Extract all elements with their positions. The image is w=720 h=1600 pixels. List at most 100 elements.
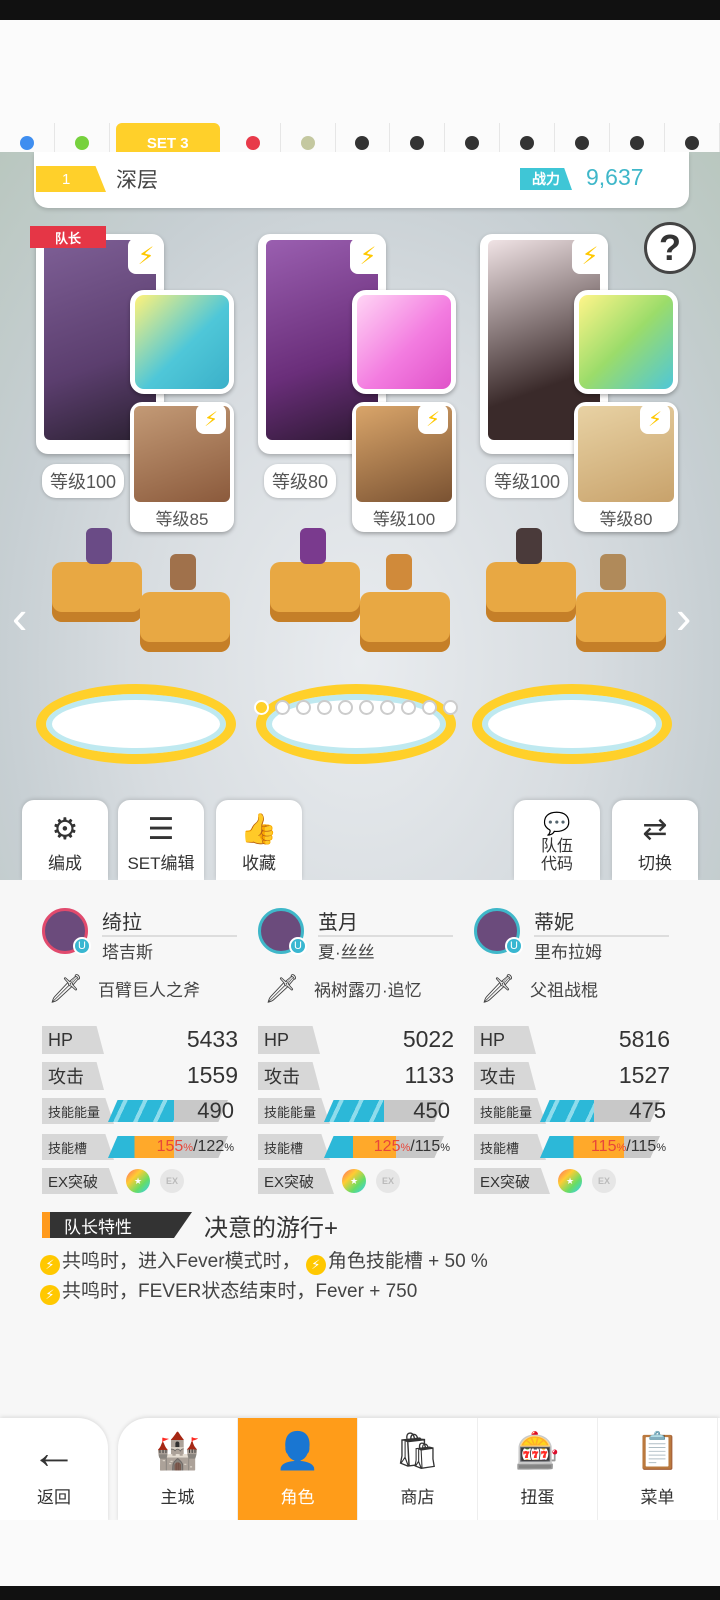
page-dot[interactable] <box>275 700 290 715</box>
skill-slot-value: 125%/115% <box>373 1138 450 1155</box>
switch-button[interactable]: ⇄ 切换 <box>612 800 698 880</box>
character-sprite <box>386 554 412 590</box>
weapon-slot-1[interactable] <box>130 290 234 394</box>
power-label: 战力 <box>520 168 572 190</box>
divider <box>534 935 669 937</box>
u-badge-icon: U <box>505 937 523 955</box>
set-edit-label: SET编辑 <box>127 854 195 873</box>
skill-energy-value: 450 <box>413 1098 450 1123</box>
platform-2 <box>256 684 456 764</box>
menu-icon: 📋 <box>635 1430 680 1471</box>
skill-energy-label: 技能能量 <box>258 1098 330 1124</box>
u-badge-icon: U <box>73 937 91 955</box>
weapon-row[interactable]: 🗡 百臂巨人之斧 <box>48 972 200 1004</box>
bottom-navigation: ← 返回 🏰 主城 👤 角色 🛍 商店 🎰 扭蛋 📋 菜单 <box>0 1388 720 1522</box>
bolt-icon: ⚡ <box>196 404 226 434</box>
help-icon[interactable]: ? <box>644 222 696 274</box>
skill-slot-label: 技能槽 <box>258 1134 330 1160</box>
character-sprite <box>600 554 626 590</box>
hp-value: 5816 <box>618 1026 670 1052</box>
bolt-icon: ⚡ <box>640 404 670 434</box>
ex-badge-icon[interactable]: EX <box>376 1169 400 1193</box>
set-dot <box>410 136 425 150</box>
ex-break-label: EX突破 <box>474 1168 550 1194</box>
chat-bubble-icon: 💬 <box>543 811 571 836</box>
page-dot[interactable] <box>380 700 395 715</box>
skill-energy-bar: 技能能量 490 <box>42 1098 238 1124</box>
character-level: 等级80 <box>264 464 337 498</box>
character-icon: 👤 <box>275 1430 320 1471</box>
pedestal <box>140 592 230 652</box>
weapon-name: 父祖战棍 <box>530 980 598 1000</box>
status-bar <box>0 0 720 20</box>
weapon-icon: 🗡 <box>48 972 84 1004</box>
attack-stat: 攻击 1133 <box>258 1062 454 1092</box>
bolt-icon: ⚡ <box>418 404 448 434</box>
weapon-slot-3[interactable] <box>574 290 678 394</box>
ex-star-icon[interactable]: ★ <box>126 1169 150 1193</box>
hp-label: HP <box>474 1026 536 1054</box>
nav-item-1[interactable]: 🏰 主城 <box>118 1418 238 1522</box>
bolt-icon: ⚡ <box>40 1285 60 1305</box>
page-dot[interactable] <box>422 700 437 715</box>
pct: % <box>616 1142 627 1154</box>
weapon-row[interactable]: 🗡 祸树露刃·追忆 <box>264 972 422 1004</box>
avatar[interactable]: U <box>474 908 523 955</box>
page-dot[interactable] <box>317 700 332 715</box>
page-dot[interactable] <box>401 700 416 715</box>
pct: % <box>224 1142 234 1154</box>
ex-break-row: EX突破 ★ EX <box>258 1168 454 1196</box>
trait-line-1: ⚡ 共鸣时，进入Fever模式时， ⚡ 角色技能槽 + 50 % <box>40 1246 488 1275</box>
set-selector-bar: SET 3 <box>0 20 720 163</box>
slot-max: 115 <box>414 1138 441 1155</box>
leader-trait-label: 队长特性 <box>42 1212 192 1238</box>
ex-star-icon[interactable]: ★ <box>558 1169 582 1193</box>
page-dot[interactable] <box>254 700 269 715</box>
page-dot[interactable] <box>443 700 458 715</box>
nav-item-2[interactable]: 👤 角色 <box>238 1418 358 1522</box>
ex-star-icon[interactable]: ★ <box>342 1169 366 1193</box>
avatar[interactable]: U <box>42 908 91 955</box>
support-card-2[interactable]: ⚡ 等级100 <box>352 402 456 532</box>
page-dot[interactable] <box>338 700 353 715</box>
attack-label: 攻击 <box>474 1062 536 1090</box>
bolt-icon: ⚡ <box>40 1255 60 1275</box>
nav-item-3[interactable]: 🛍 商店 <box>358 1418 478 1522</box>
skill-slot-bar: 技能槽 155%/122% <box>42 1134 238 1160</box>
nav-item-4[interactable]: 🎰 扭蛋 <box>478 1418 598 1522</box>
nav-item-5[interactable]: 📋 菜单 <box>598 1418 718 1522</box>
team-code-button[interactable]: 💬 队伍 代码 <box>514 800 600 880</box>
skill-energy-value: 490 <box>197 1098 234 1123</box>
arrow-right-icon[interactable]: › <box>676 590 691 644</box>
weapon-row[interactable]: 🗡 父祖战棍 <box>480 972 598 1004</box>
character-sprite <box>516 528 542 564</box>
divider <box>318 935 453 937</box>
avatar[interactable]: U <box>258 908 307 955</box>
edit-button[interactable]: ⚙ 编成 <box>22 800 108 880</box>
page-dot[interactable] <box>359 700 374 715</box>
bolt-icon: ⚡ <box>350 238 386 274</box>
support-card-3[interactable]: ⚡ 等级80 <box>574 402 678 532</box>
skill-energy-value: 475 <box>629 1098 666 1123</box>
hp-label: HP <box>42 1026 104 1054</box>
ex-badge-icon[interactable]: EX <box>160 1169 184 1193</box>
support-card-1[interactable]: ⚡ 等级85 <box>130 402 234 532</box>
back-button[interactable]: ← 返回 <box>0 1418 108 1522</box>
hp-label: HP <box>258 1026 320 1054</box>
attack-label: 攻击 <box>42 1062 104 1090</box>
attack-value: 1527 <box>618 1062 670 1088</box>
set-edit-button[interactable]: ☰ SET编辑 <box>118 800 204 880</box>
u-badge-icon: U <box>289 937 307 955</box>
weapon-slot-2[interactable] <box>352 290 456 394</box>
attack-value: 1559 <box>186 1062 238 1088</box>
pct: % <box>400 1142 411 1154</box>
character-name: 茧月 <box>318 912 358 934</box>
favorite-button[interactable]: 👍 收藏 <box>216 800 302 880</box>
team-header[interactable]: 1 深层 战力 9,637 <box>34 152 689 208</box>
ex-badge-icon[interactable]: EX <box>592 1169 616 1193</box>
page-dot[interactable] <box>296 700 311 715</box>
ex-break-row: EX突破 ★ EX <box>42 1168 238 1196</box>
support-name: 夏·丝丝 <box>318 943 375 962</box>
nav-label: 角色 <box>280 1488 315 1507</box>
arrow-left-icon[interactable]: ‹ <box>12 590 27 644</box>
